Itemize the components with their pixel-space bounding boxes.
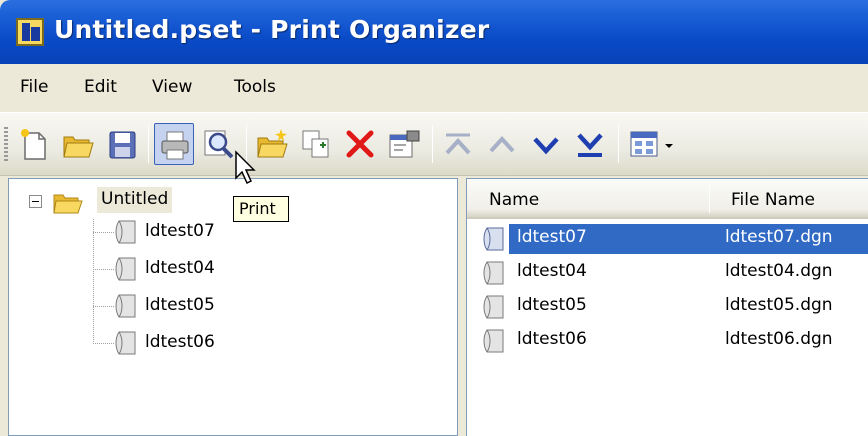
tree-connector xyxy=(93,343,115,344)
move-bottom-icon xyxy=(577,133,603,157)
print-button[interactable] xyxy=(154,123,194,165)
save-button[interactable] xyxy=(102,123,142,165)
tree-connector xyxy=(93,306,115,307)
collapse-icon[interactable] xyxy=(29,195,42,208)
toolbar-separator xyxy=(618,125,619,163)
move-up-button[interactable] xyxy=(482,123,522,165)
display-options-icon xyxy=(630,131,658,157)
row-file-name: ldtest07.dgn xyxy=(725,227,833,247)
tree-item[interactable]: ldtest04 xyxy=(145,258,215,278)
column-header-name[interactable]: Name xyxy=(489,190,539,210)
copy-button[interactable] xyxy=(296,123,336,165)
print-icon xyxy=(161,131,189,160)
open-folder-icon xyxy=(63,136,94,158)
display-options-button[interactable] xyxy=(624,123,664,165)
toolbar-separator xyxy=(432,125,433,163)
window-title: Untitled.pset - Print Organizer xyxy=(54,15,490,44)
menu-file[interactable]: File xyxy=(20,77,48,97)
tree-item[interactable]: ldtest06 xyxy=(145,332,215,352)
menu-bar: File Edit View Tools xyxy=(0,64,868,112)
tree-connector xyxy=(93,219,94,343)
toolbar xyxy=(0,112,868,176)
delete-button[interactable] xyxy=(340,123,380,165)
row-file-name: ldtest05.dgn xyxy=(725,295,833,315)
new-icon xyxy=(21,129,46,160)
list-row[interactable]: ldtest07 ldtest07.dgn xyxy=(467,223,868,255)
list-row[interactable]: ldtest05 ldtest05.dgn xyxy=(467,291,868,323)
row-file-name: ldtest06.dgn xyxy=(725,329,833,349)
sheet-icon xyxy=(483,227,504,251)
menu-view[interactable]: View xyxy=(152,77,192,97)
move-top-icon xyxy=(445,133,471,155)
sheet-icon xyxy=(115,257,136,281)
move-top-button[interactable] xyxy=(438,123,478,165)
toolbar-separator xyxy=(148,125,149,163)
move-down-button[interactable] xyxy=(526,123,566,165)
move-bottom-button[interactable] xyxy=(570,123,610,165)
menu-edit[interactable]: Edit xyxy=(84,77,117,97)
menu-tools[interactable]: Tools xyxy=(234,77,276,97)
sheet-icon xyxy=(483,295,504,319)
add-folder-button[interactable] xyxy=(252,123,292,165)
column-divider[interactable] xyxy=(709,185,710,213)
add-folder-icon xyxy=(257,129,288,158)
copy-icon xyxy=(302,130,329,158)
preview-button[interactable] xyxy=(198,123,238,165)
sheet-icon xyxy=(115,220,136,244)
column-header-file-name[interactable]: File Name xyxy=(731,190,815,210)
tree-connector xyxy=(93,269,115,270)
tree-item[interactable]: ldtest05 xyxy=(145,295,215,315)
open-button[interactable] xyxy=(58,123,98,165)
move-up-icon xyxy=(489,136,515,153)
pane-splitter[interactable] xyxy=(458,178,466,436)
tree-item[interactable]: ldtest07 xyxy=(145,221,215,241)
tree-connector xyxy=(93,232,115,233)
sheet-icon xyxy=(483,329,504,353)
list-header: Name File Name xyxy=(467,179,868,219)
row-name: ldtest06 xyxy=(517,329,587,349)
list-row[interactable]: ldtest04 ldtest04.dgn xyxy=(467,257,868,289)
sheet-icon xyxy=(115,331,136,355)
toolbar-grip[interactable] xyxy=(4,127,8,161)
sheet-icon xyxy=(483,261,504,285)
properties-icon xyxy=(389,130,420,158)
row-name: ldtest05 xyxy=(517,295,587,315)
list-pane[interactable]: Name File Name ldtest07 ldtest07.dgn ldt… xyxy=(466,178,868,436)
dropdown-arrow-icon[interactable] xyxy=(664,141,674,151)
title-bar[interactable]: Untitled.pset - Print Organizer xyxy=(0,0,868,64)
properties-button[interactable] xyxy=(384,123,424,165)
tree-root-label[interactable]: Untitled xyxy=(97,187,173,213)
preview-icon xyxy=(204,130,234,159)
tooltip: Print xyxy=(233,196,289,222)
row-name: ldtest07 xyxy=(517,227,587,247)
delete-icon xyxy=(346,130,374,158)
new-button[interactable] xyxy=(14,123,54,165)
sheet-icon xyxy=(115,294,136,318)
folder-icon xyxy=(53,194,83,214)
move-down-icon xyxy=(533,137,559,155)
list-row[interactable]: ldtest06 ldtest06.dgn xyxy=(467,325,868,357)
row-file-name: ldtest04.dgn xyxy=(725,261,833,281)
mouse-cursor-icon xyxy=(235,150,256,185)
app-icon[interactable] xyxy=(16,18,44,46)
save-icon xyxy=(109,131,136,159)
row-name: ldtest04 xyxy=(517,261,587,281)
